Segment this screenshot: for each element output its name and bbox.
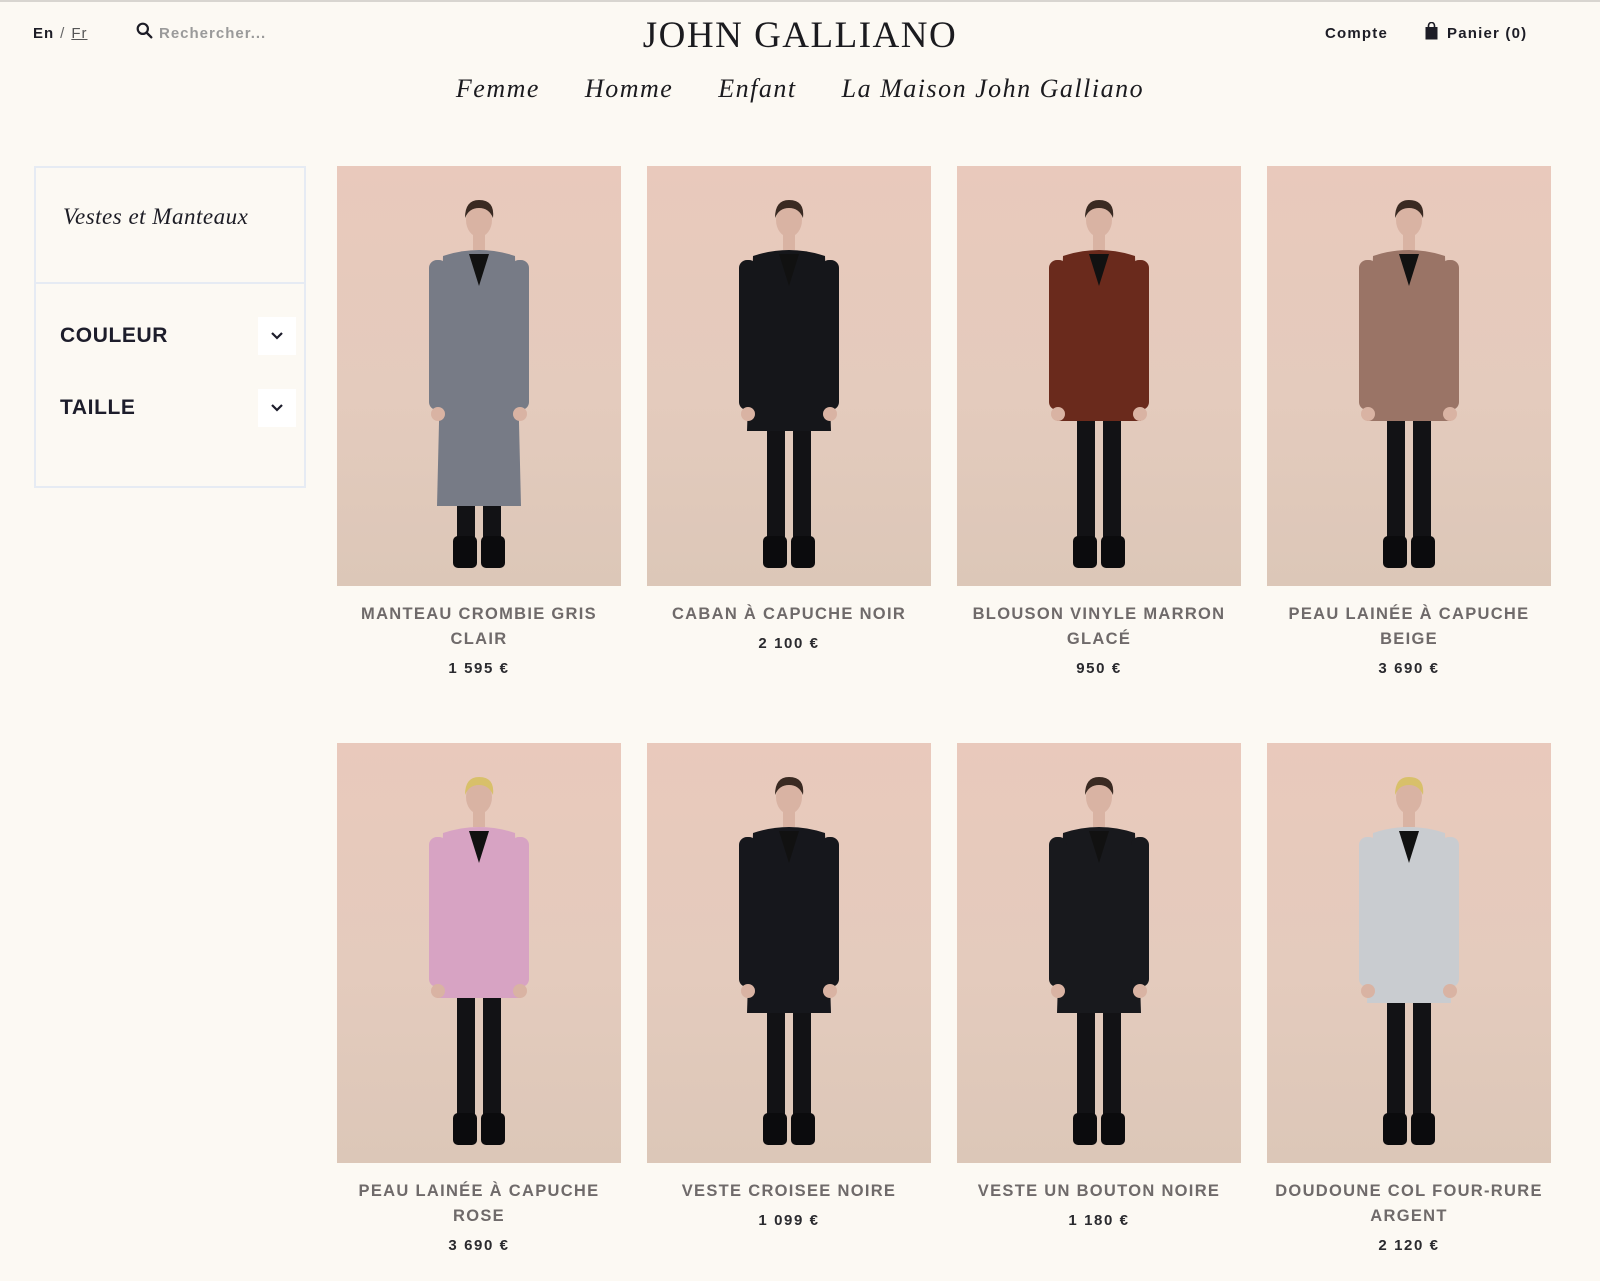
product-price: 3 690 € — [1378, 660, 1440, 677]
product-name[interactable]: VESTE UN BOUTON NOIRE — [957, 1179, 1241, 1204]
product-price: 1 099 € — [758, 1212, 820, 1229]
shopping-bag-icon — [1425, 21, 1447, 44]
chevron-down-icon[interactable] — [258, 389, 296, 427]
filter-sidebar: Vestes et Manteaux COULEUR TAILLE — [34, 166, 306, 488]
product-card[interactable]: VESTE UN BOUTON NOIRE 1 180 € — [957, 743, 1241, 1229]
product-name[interactable]: PEAU LAINÉE À CAPUCHE BEIGE — [1267, 602, 1551, 652]
product-image[interactable] — [337, 166, 621, 586]
filter-taille-label: TAILLE — [60, 396, 136, 419]
model-figure — [1049, 200, 1149, 568]
product-image[interactable] — [647, 166, 931, 586]
product-card[interactable]: PEAU LAINÉE À CAPUCHE ROSE 3 690 € — [337, 743, 621, 1254]
filter-couleur[interactable]: COULEUR — [60, 316, 296, 356]
nav-item-enfant[interactable]: Enfant — [718, 74, 796, 104]
product-card[interactable]: VESTE CROISEE NOIRE 1 099 € — [647, 743, 931, 1229]
cart-label: Panier (0) — [1447, 24, 1528, 42]
model-figure — [739, 777, 839, 1145]
chevron-down-icon[interactable] — [258, 317, 296, 355]
product-image[interactable] — [1267, 166, 1551, 586]
product-name[interactable]: PEAU LAINÉE À CAPUCHE ROSE — [337, 1179, 621, 1229]
main-navigation: Femme Homme Enfant La Maison John Gallia… — [0, 74, 1600, 104]
product-image[interactable] — [957, 743, 1241, 1163]
model-figure — [1359, 777, 1459, 1145]
nav-item-la-maison[interactable]: La Maison John Galliano — [842, 74, 1144, 104]
account-link[interactable]: Compte — [1325, 25, 1388, 42]
product-image[interactable] — [337, 743, 621, 1163]
nav-item-femme[interactable]: Femme — [456, 74, 540, 104]
product-card[interactable]: PEAU LAINÉE À CAPUCHE BEIGE 3 690 € — [1267, 166, 1551, 677]
product-price: 3 690 € — [448, 1237, 510, 1254]
product-name[interactable]: BLOUSON VINYLE MARRON GLACÉ — [957, 602, 1241, 652]
product-price: 2 100 € — [758, 635, 820, 652]
model-figure — [429, 200, 529, 568]
product-card[interactable]: MANTEAU CROMBIE GRIS CLAIR 1 595 € — [337, 166, 621, 677]
product-name[interactable]: CABAN À CAPUCHE NOIR — [647, 602, 931, 627]
product-name[interactable]: DOUDOUNE COL FOUR-RURE ARGENT — [1267, 1179, 1551, 1229]
product-price: 2 120 € — [1378, 1237, 1440, 1254]
model-figure — [1049, 777, 1149, 1145]
product-image[interactable] — [647, 743, 931, 1163]
filter-couleur-label: COULEUR — [60, 324, 169, 347]
product-card[interactable]: BLOUSON VINYLE MARRON GLACÉ 950 € — [957, 166, 1241, 677]
nav-item-homme[interactable]: Homme — [585, 74, 673, 104]
model-figure — [429, 777, 529, 1145]
product-image[interactable] — [957, 166, 1241, 586]
product-name[interactable]: VESTE CROISEE NOIRE — [647, 1179, 931, 1204]
model-figure — [1359, 200, 1459, 568]
model-figure — [739, 200, 839, 568]
product-image[interactable] — [1267, 743, 1551, 1163]
product-name[interactable]: MANTEAU CROMBIE GRIS CLAIR — [337, 602, 621, 652]
product-price: 950 € — [1076, 660, 1122, 677]
product-price: 1 595 € — [448, 660, 510, 677]
product-card[interactable]: DOUDOUNE COL FOUR-RURE ARGENT 2 120 € — [1267, 743, 1551, 1254]
product-card[interactable]: CABAN À CAPUCHE NOIR 2 100 € — [647, 166, 931, 652]
product-price: 1 180 € — [1068, 1212, 1130, 1229]
cart-link[interactable]: Panier (0) — [1425, 21, 1528, 44]
top-border — [0, 0, 1600, 2]
category-title: Vestes et Manteaux — [36, 168, 304, 284]
filter-taille[interactable]: TAILLE — [60, 388, 296, 428]
